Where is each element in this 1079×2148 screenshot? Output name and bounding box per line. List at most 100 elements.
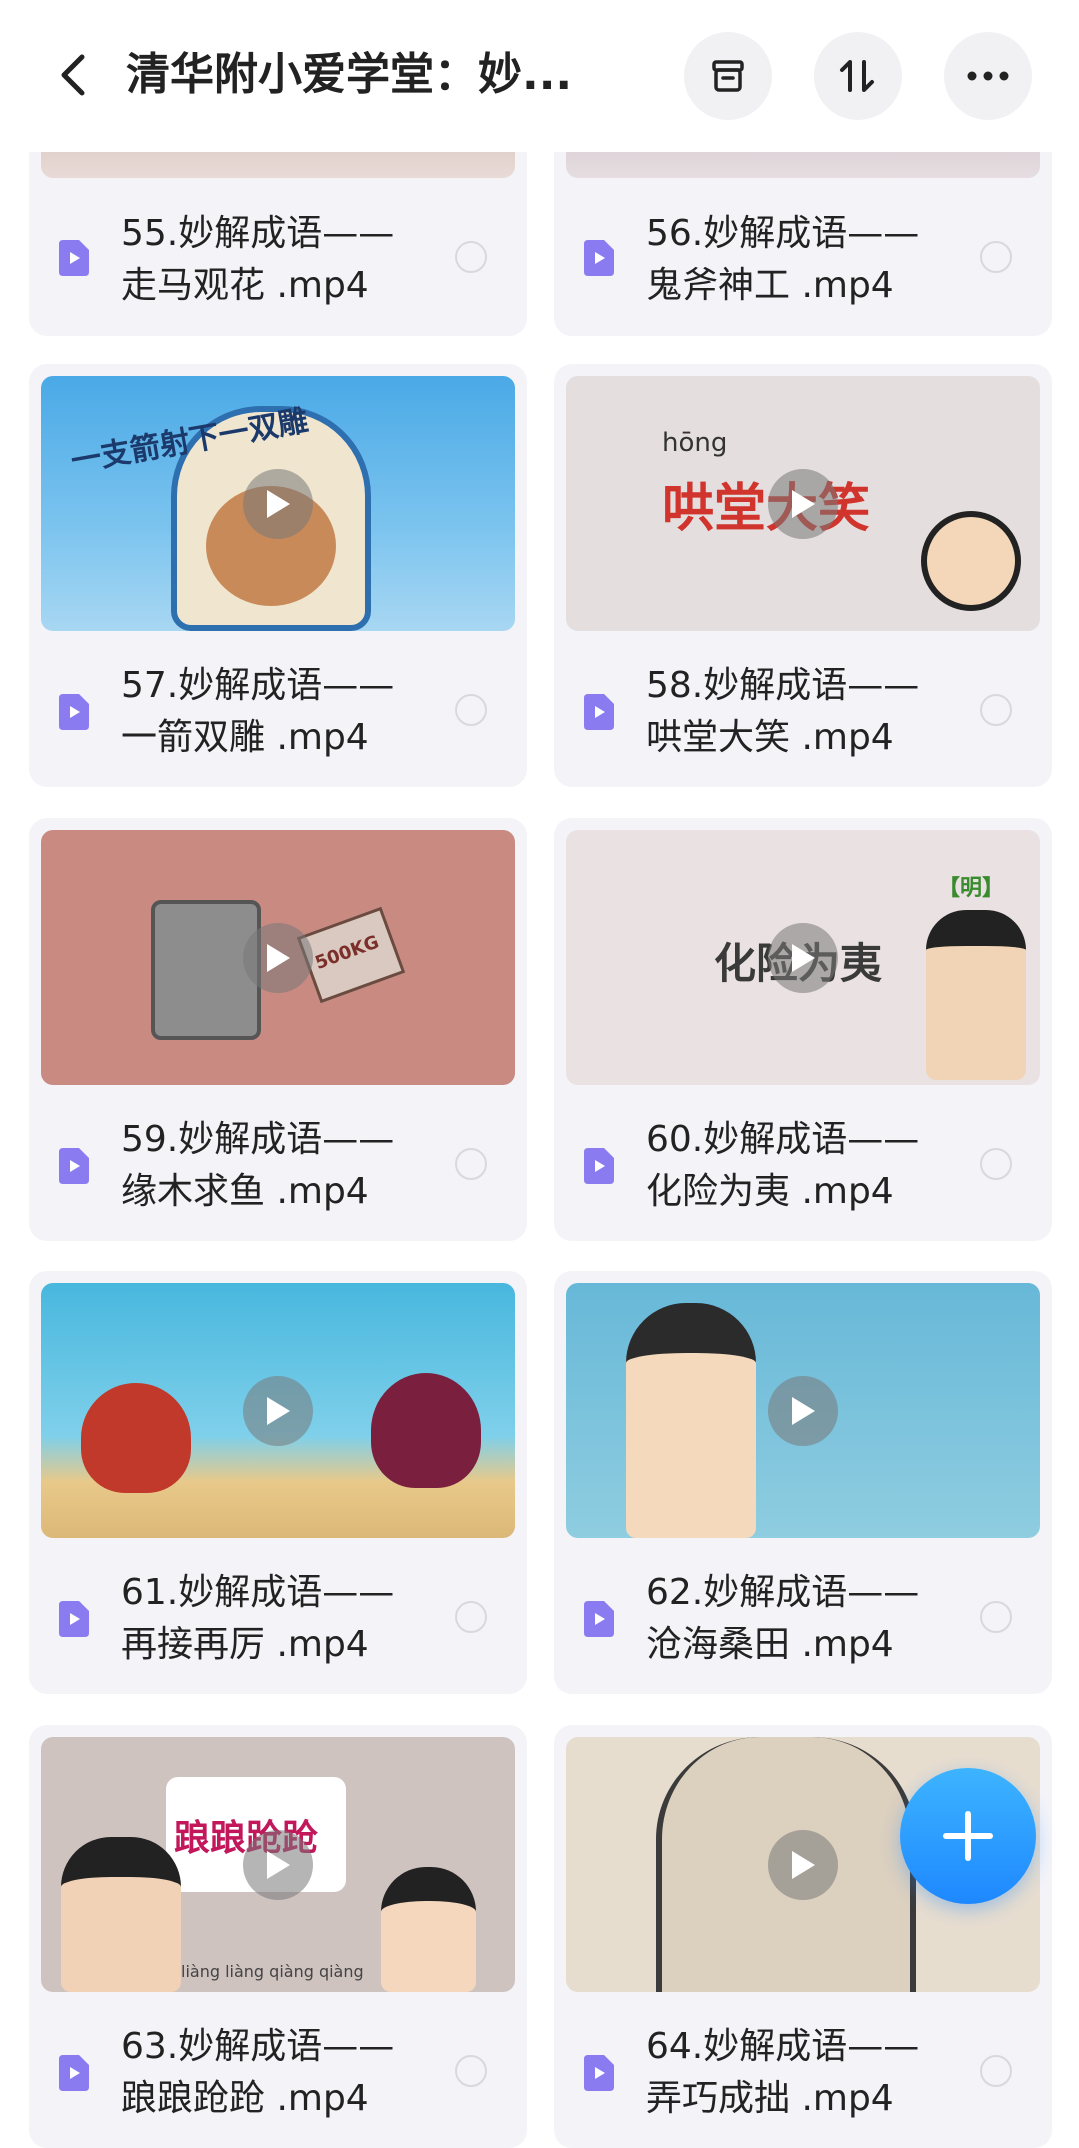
play-icon <box>267 1850 290 1879</box>
select-radio[interactable] <box>980 1148 1012 1180</box>
file-name-line2: 再接再厉 .mp4 <box>121 1624 369 1665</box>
cartoon-child <box>381 1867 476 1992</box>
file-name: 58.妙解成语—— 哄堂大笑 .mp4 <box>646 660 956 764</box>
file-card[interactable]: 化险为夷 【明】 60.妙解成语—— 化险为夷 .mp4 <box>554 818 1052 1241</box>
select-radio[interactable] <box>455 694 487 726</box>
file-name-line2: 哄堂大笑 .mp4 <box>646 717 894 758</box>
select-radio[interactable] <box>455 1601 487 1633</box>
play-button[interactable] <box>768 468 838 539</box>
file-card[interactable]: 一支箭射下一双雕 57.妙解成语—— 一箭双雕 .mp4 <box>29 364 527 787</box>
file-name: 64.妙解成语—— 弄巧成拙 .mp4 <box>646 2021 956 2125</box>
page-title: 清华附小爱学堂：妙... <box>126 49 573 100</box>
file-name-line1: 61.妙解成语—— <box>121 1572 395 1613</box>
play-button[interactable] <box>768 1829 838 1900</box>
file-card[interactable]: 56.妙解成语—— 鬼斧神工 .mp4 <box>554 120 1052 336</box>
thumbnail-caption: 500KG <box>312 931 382 974</box>
add-button[interactable] <box>900 1768 1036 1904</box>
archive-button[interactable] <box>684 32 772 120</box>
video-file-icon <box>59 1148 89 1184</box>
cartoon-rooster-right <box>371 1373 481 1488</box>
file-name-line1: 63.妙解成语—— <box>121 2026 395 2067</box>
video-file-icon <box>584 694 614 730</box>
file-name-line1: 62.妙解成语—— <box>646 1572 920 1613</box>
file-name: 59.妙解成语—— 缘木求鱼 .mp4 <box>121 1114 431 1218</box>
sort-button[interactable] <box>814 32 902 120</box>
chevron-left-icon <box>61 54 85 96</box>
play-icon <box>792 489 815 518</box>
file-name: 55.妙解成语—— 走马观花 .mp4 <box>121 208 431 312</box>
file-name-line1: 64.妙解成语—— <box>646 2026 920 2067</box>
video-thumbnail[interactable] <box>566 1283 1040 1538</box>
play-button[interactable] <box>768 922 838 993</box>
file-name: 57.妙解成语—— 一箭双雕 .mp4 <box>121 660 431 764</box>
video-thumbnail[interactable]: hōng 哄堂大笑 <box>566 376 1040 631</box>
thumbnail-caption: 哄堂大笑 <box>662 479 871 539</box>
file-card[interactable]: 500KG 59.妙解成语—— 缘木求鱼 .mp4 <box>29 818 527 1241</box>
video-file-icon <box>59 240 89 276</box>
play-icon <box>267 1396 290 1425</box>
file-name: 60.妙解成语—— 化险为夷 .mp4 <box>646 1114 956 1218</box>
play-button[interactable] <box>243 922 313 993</box>
more-horizontal-icon <box>967 71 1009 81</box>
file-name-line1: 58.妙解成语—— <box>646 665 920 706</box>
file-name-line2: 走马观花 .mp4 <box>121 265 369 306</box>
video-file-icon <box>59 694 89 730</box>
video-file-icon <box>584 2055 614 2091</box>
play-button[interactable] <box>243 1375 313 1446</box>
file-card[interactable]: hōng 哄堂大笑 58.妙解成语—— 哄堂大笑 .mp4 <box>554 364 1052 787</box>
archive-box-icon <box>712 60 744 92</box>
file-name-line1: 56.妙解成语—— <box>646 213 920 254</box>
video-file-icon <box>584 1601 614 1637</box>
video-thumbnail[interactable]: 500KG <box>41 830 515 1085</box>
top-app-bar: 清华附小爱学堂：妙... <box>0 0 1079 152</box>
play-icon <box>792 1396 815 1425</box>
video-file-icon <box>59 1601 89 1637</box>
select-radio[interactable] <box>980 1601 1012 1633</box>
file-name-line2: 鬼斧神工 .mp4 <box>646 265 894 306</box>
file-name-line2: 沧海桑田 .mp4 <box>646 1624 894 1665</box>
file-name-line1: 55.妙解成语—— <box>121 213 395 254</box>
select-radio[interactable] <box>455 2055 487 2087</box>
video-thumbnail[interactable] <box>41 1283 515 1538</box>
video-file-icon <box>584 1148 614 1184</box>
cartoon-character <box>921 511 1021 611</box>
file-name-line2: 一箭双雕 .mp4 <box>121 717 369 758</box>
play-icon <box>792 943 815 972</box>
plus-icon <box>943 1811 993 1861</box>
file-name-line1: 59.妙解成语—— <box>121 1119 395 1160</box>
select-radio[interactable] <box>455 241 487 273</box>
file-name: 62.妙解成语—— 沧海桑田 .mp4 <box>646 1567 956 1671</box>
thumbnail-tag: 【明】 <box>938 876 1005 901</box>
file-name-line1: 57.妙解成语—— <box>121 665 395 706</box>
cartoon-man <box>61 1837 181 1992</box>
more-button[interactable] <box>944 32 1032 120</box>
play-icon <box>267 943 290 972</box>
select-radio[interactable] <box>980 2055 1012 2087</box>
file-name: 61.妙解成语—— 再接再厉 .mp4 <box>121 1567 431 1671</box>
video-thumbnail[interactable]: 化险为夷 【明】 <box>566 830 1040 1085</box>
play-button[interactable] <box>243 468 313 539</box>
weight-sign: 500KG <box>296 906 406 1004</box>
cartoon-rooster-left <box>81 1383 191 1493</box>
back-button[interactable] <box>44 44 100 106</box>
file-name-line2: 弄巧成拙 .mp4 <box>646 2078 894 2119</box>
video-file-icon <box>59 2055 89 2091</box>
cartoon-character <box>926 910 1026 1080</box>
sort-icon <box>840 60 874 92</box>
file-card[interactable]: 62.妙解成语—— 沧海桑田 .mp4 <box>554 1271 1052 1694</box>
file-card[interactable]: 55.妙解成语—— 走马观花 .mp4 <box>29 120 527 336</box>
select-radio[interactable] <box>980 694 1012 726</box>
video-thumbnail[interactable]: 踉踉跄跄 liàng liàng qiàng qiàng <box>41 1737 515 1992</box>
cartoon-character <box>626 1303 756 1538</box>
play-icon <box>267 489 290 518</box>
select-radio[interactable] <box>980 241 1012 273</box>
thumbnail-pinyin: liàng liàng qiàng qiàng <box>181 1962 364 1981</box>
file-name-line2: 缘木求鱼 .mp4 <box>121 1171 369 1212</box>
file-card[interactable]: 61.妙解成语—— 再接再厉 .mp4 <box>29 1271 527 1694</box>
select-radio[interactable] <box>455 1148 487 1180</box>
file-name: 56.妙解成语—— 鬼斧神工 .mp4 <box>646 208 956 312</box>
video-thumbnail[interactable]: 一支箭射下一双雕 <box>41 376 515 631</box>
play-button[interactable] <box>768 1375 838 1446</box>
play-button[interactable] <box>243 1829 313 1900</box>
file-card[interactable]: 踉踉跄跄 liàng liàng qiàng qiàng 63.妙解成语—— 踉… <box>29 1725 527 2148</box>
